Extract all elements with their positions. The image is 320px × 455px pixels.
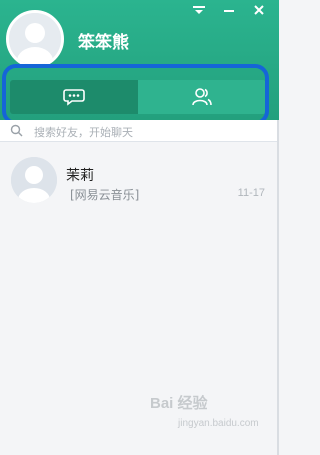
minimize-icon[interactable]	[220, 3, 238, 19]
header-bar: 笨笨熊	[0, 0, 279, 120]
menu-icon[interactable]	[190, 3, 208, 19]
last-message: [网易云音乐]	[70, 188, 140, 202]
avatar-placeholder-icon	[9, 13, 61, 65]
list-item[interactable]: 茉莉 [网易云音乐] 11-17	[0, 150, 279, 208]
divider	[277, 120, 279, 455]
tab-chat[interactable]	[10, 80, 138, 114]
close-icon[interactable]	[250, 3, 268, 19]
tab-bar	[10, 80, 266, 114]
username: 笨笨熊	[78, 33, 129, 53]
avatar	[11, 157, 57, 203]
tab-contacts[interactable]	[138, 80, 266, 114]
watermark-url: jingyan.baidu.com	[178, 418, 259, 429]
search-placeholder: 搜索好友，开始聊天	[34, 126, 133, 139]
search-input[interactable]: 搜索好友，开始聊天	[0, 120, 279, 142]
contacts-icon	[192, 88, 212, 106]
message-time: 11-17	[237, 187, 265, 199]
avatar-placeholder-icon	[11, 157, 57, 203]
watermark-brand: Bai 经验	[150, 395, 208, 412]
chat-bubble-icon	[63, 89, 85, 106]
user-avatar[interactable]	[6, 10, 64, 68]
contact-name: 茉莉	[66, 168, 94, 184]
watermark: Bai 经验 jingyan.baidu.com	[150, 392, 275, 442]
search-icon	[10, 124, 23, 137]
